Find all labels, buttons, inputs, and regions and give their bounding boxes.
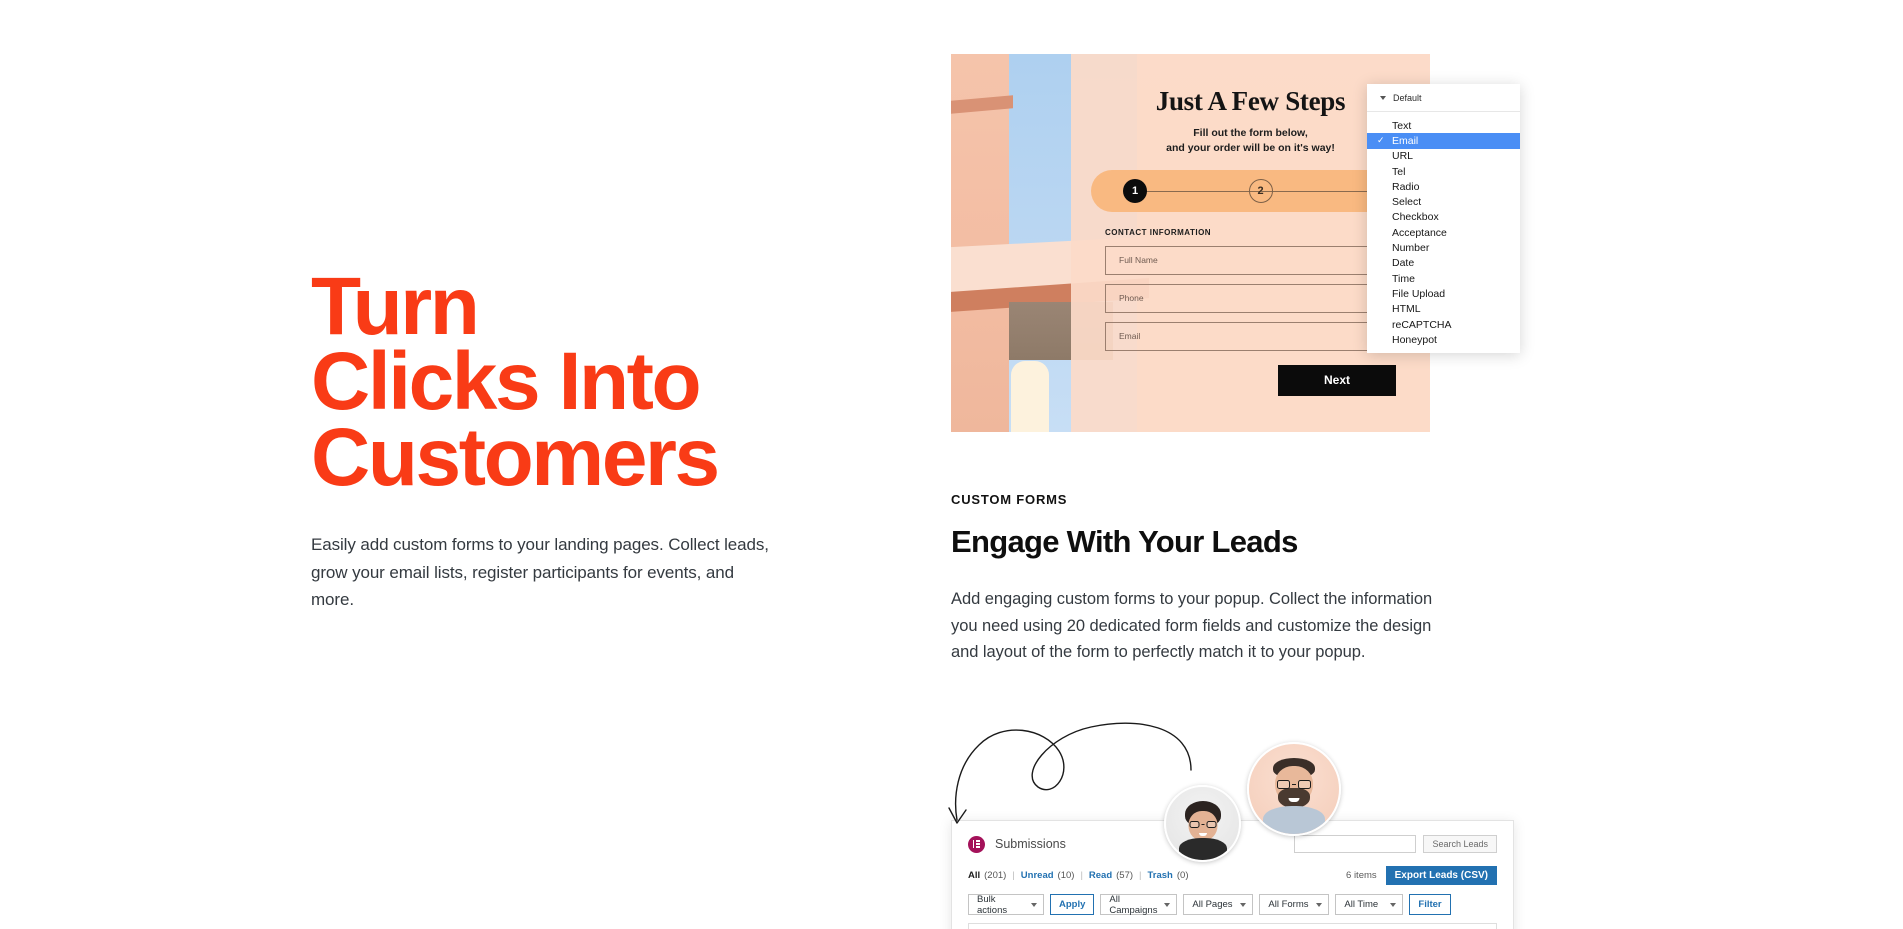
tab-unread-count: (10) [1057, 869, 1075, 881]
dropdown-option-label: Number [1392, 242, 1430, 255]
dropdown-option-html[interactable]: HTML [1367, 302, 1520, 317]
dropdown-option-email[interactable]: ✓ Email [1367, 133, 1520, 149]
hero-subtext: Easily add custom forms to your landing … [311, 535, 769, 610]
forms-select[interactable]: All Forms [1259, 894, 1330, 915]
dropdown-option-text[interactable]: Text [1367, 118, 1520, 133]
form-subtitle: Fill out the form below, and your order … [1166, 127, 1335, 154]
chevron-down-icon [1316, 902, 1323, 907]
dropdown-option-label: reCAPTCHA [1392, 318, 1452, 331]
search-group: Search Leads [1294, 835, 1497, 853]
filter-button[interactable]: Filter [1409, 894, 1451, 915]
dropdown-option-label: Email [1392, 134, 1419, 147]
avatar [1164, 785, 1241, 862]
dropdown-option-label: Checkbox [1392, 211, 1439, 224]
forms-label: All Forms [1268, 899, 1309, 910]
apply-button[interactable]: Apply [1050, 894, 1095, 915]
step-dot-2[interactable]: 2 [1248, 178, 1273, 203]
phone-field[interactable]: Phone [1105, 283, 1396, 313]
search-leads-input[interactable] [1294, 835, 1417, 853]
tab-read-count: (57) [1116, 869, 1134, 881]
submissions-actions: 6 items Export Leads (CSV) [1346, 865, 1497, 885]
dropdown-option-file-upload[interactable]: File Upload [1367, 286, 1520, 301]
chevron-down-icon [1390, 902, 1397, 907]
form-actions: Next [1105, 364, 1396, 396]
check-icon: ✓ [1377, 135, 1385, 146]
tab-unread[interactable]: Unread [1021, 870, 1054, 881]
dropdown-option-number[interactable]: Number [1367, 240, 1520, 255]
dropdown-option-label: Acceptance [1392, 226, 1447, 239]
dropdown-option-label: Honeypot [1392, 333, 1437, 346]
pages-select[interactable]: All Pages [1183, 894, 1254, 915]
section-body-text: Add engaging custom forms to your popup.… [951, 590, 1433, 662]
dropdown-option-label: Select [1392, 196, 1422, 209]
form-title: Just A Few Steps [1155, 86, 1346, 116]
tab-trash[interactable]: Trash [1148, 870, 1173, 881]
dropdown-option-tel[interactable]: Tel [1367, 164, 1520, 179]
landing-page: Turn Clicks Into Customers Easily add cu… [0, 0, 1903, 929]
dropdown-option-url[interactable]: URL [1367, 149, 1520, 164]
email-field[interactable]: Email [1105, 321, 1396, 351]
dropdown-option-select[interactable]: Select [1367, 194, 1520, 209]
contact-information-label: CONTACT INFORMATION [1105, 227, 1212, 237]
chevron-down-icon [1380, 96, 1386, 100]
dropdown-option-label: Radio [1392, 180, 1420, 193]
time-select[interactable]: All Time [1335, 894, 1404, 915]
dropdown-header[interactable]: Default [1367, 84, 1520, 112]
bulk-actions-label: Bulk actions [977, 893, 1008, 916]
campaigns-label: All Campaigns [1109, 893, 1158, 916]
pages-label: All Pages [1192, 899, 1233, 910]
dropdown-option-time[interactable]: Time [1367, 271, 1520, 286]
chevron-down-icon [1164, 902, 1171, 907]
dropdown-option-label: Time [1392, 272, 1415, 285]
chevron-down-icon [1031, 902, 1037, 907]
tab-separator: | [1080, 869, 1083, 881]
submissions-filter-controls: Bulk actions Apply All Campaigns All Pag… [968, 893, 1497, 916]
photo-blob [1011, 361, 1049, 432]
step-dot-1[interactable]: 1 [1123, 178, 1147, 203]
dropdown-options-list: Text ✓ Email URL Tel Radio Select Checkb… [1367, 112, 1520, 347]
tab-all-count: (201) [984, 869, 1007, 881]
submissions-mockup: Submissions Search Leads All (201) | Unr… [948, 722, 1514, 929]
dropdown-option-checkbox[interactable]: Checkbox [1367, 210, 1520, 225]
items-count: 6 items [1346, 869, 1377, 881]
avatar [1247, 742, 1341, 836]
dropdown-option-honeypot[interactable]: Honeypot [1367, 332, 1520, 347]
hero-block: Turn Clicks Into Customers Easily add cu… [311, 261, 791, 614]
dropdown-option-date[interactable]: Date [1367, 256, 1520, 271]
section-eyebrow: CUSTOM FORMS [951, 492, 1068, 507]
export-leads-button[interactable]: Export Leads (CSV) [1385, 865, 1497, 885]
search-leads-button[interactable]: Search Leads [1423, 835, 1497, 853]
dropdown-option-label: HTML [1392, 303, 1421, 316]
tab-separator: | [1139, 869, 1142, 881]
field-type-dropdown[interactable]: Default Text ✓ Email URL Tel Radio Selec… [1367, 84, 1520, 354]
dropdown-option-label: Date [1392, 257, 1415, 270]
dropdown-option-label: Tel [1392, 165, 1406, 178]
elementor-logo-icon [968, 835, 985, 853]
dropdown-option-label: URL [1392, 150, 1414, 163]
chevron-down-icon [1240, 902, 1247, 907]
page-title: Turn Clicks Into Customers [311, 261, 720, 503]
dropdown-option-label: File Upload [1392, 287, 1446, 300]
dropdown-option-label: Text [1392, 119, 1412, 132]
submissions-title: Submissions [995, 837, 1066, 851]
full-name-field[interactable]: Full Name [1105, 245, 1396, 275]
form-mockup: Just A Few Steps Fill out the form below… [951, 54, 1520, 432]
tab-read[interactable]: Read [1089, 870, 1112, 881]
submissions-status-row: All (201) | Unread (10) | Read (57) | Tr… [968, 865, 1497, 885]
dropdown-option-acceptance[interactable]: Acceptance [1367, 225, 1520, 240]
next-button[interactable]: Next [1278, 364, 1396, 396]
dropdown-option-radio[interactable]: Radio [1367, 179, 1520, 194]
dropdown-header-label: Default [1393, 93, 1422, 103]
bulk-actions-select[interactable]: Bulk actions [968, 893, 1044, 916]
tab-separator: | [1012, 869, 1015, 881]
campaigns-select[interactable]: All Campaigns [1100, 893, 1178, 916]
status-tabs: All (201) | Unread (10) | Read (57) | Tr… [968, 870, 1189, 881]
tab-all[interactable]: All [968, 870, 980, 881]
time-label: All Time [1344, 899, 1379, 910]
dropdown-option-recaptcha[interactable]: reCAPTCHA [1367, 317, 1520, 332]
feature-column: Just A Few Steps Fill out the form below… [948, 0, 1591, 929]
section-title: Engage With Your Leads [951, 524, 1298, 559]
tab-trash-count: (0) [1176, 869, 1189, 881]
submissions-table [968, 923, 1497, 929]
